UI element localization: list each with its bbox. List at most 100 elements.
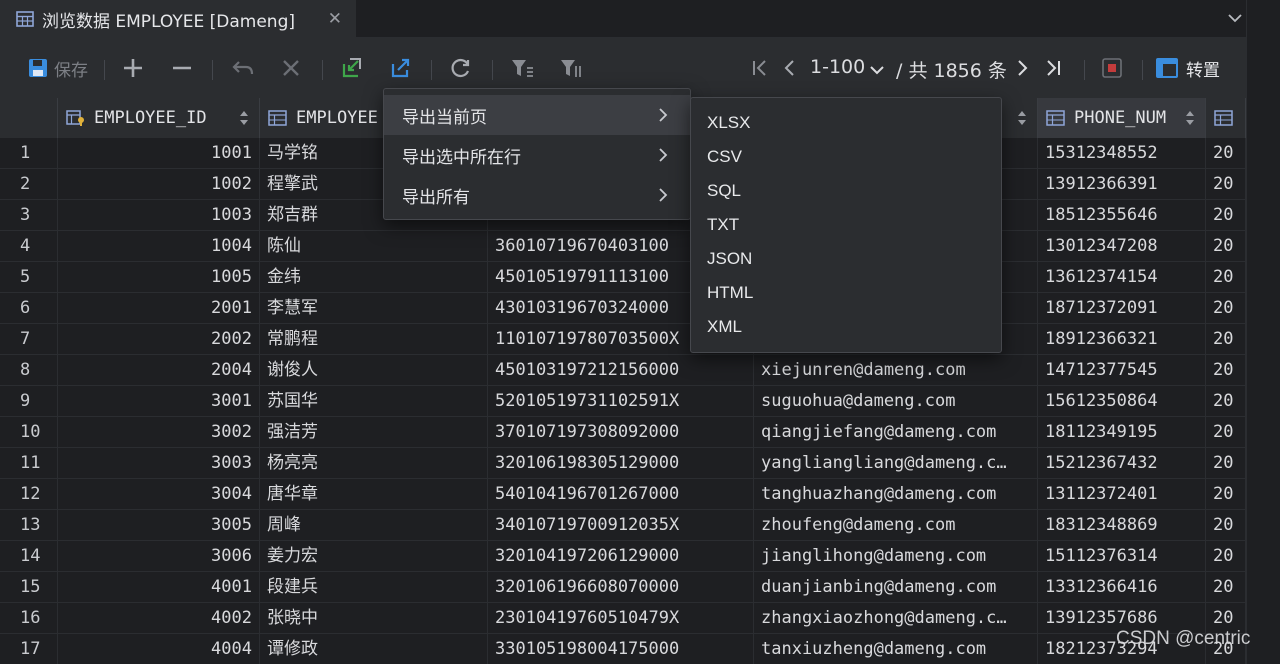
employee-id-cell[interactable]: 1001: [58, 138, 260, 169]
next-page-button[interactable]: [1014, 52, 1032, 84]
filter-button[interactable]: [510, 52, 534, 84]
submenu-item-sql[interactable]: SQL: [691, 174, 1001, 208]
page-range[interactable]: 1-100: [810, 56, 865, 78]
identity-card-cell[interactable]: 320106196608070000: [488, 572, 754, 603]
column-header-employee-id[interactable]: EMPLOYEE_ID: [58, 98, 260, 138]
phone-num-cell[interactable]: 13612374154: [1038, 262, 1206, 293]
hire-date-cell[interactable]: 20: [1206, 541, 1246, 572]
employee-id-cell[interactable]: 4004: [58, 634, 260, 664]
refresh-button[interactable]: [450, 52, 472, 84]
employee-name-cell[interactable]: 金纬: [260, 262, 488, 293]
identity-card-cell[interactable]: 540104196701267000: [488, 479, 754, 510]
phone-num-cell[interactable]: 18112349195: [1038, 417, 1206, 448]
email-cell[interactable]: tanghuazhang@dameng.com: [754, 479, 1038, 510]
email-cell[interactable]: xiejunren@dameng.com: [754, 355, 1038, 386]
employee-id-cell[interactable]: 3001: [58, 386, 260, 417]
row-number-cell[interactable]: 15: [0, 572, 58, 603]
employee-name-cell[interactable]: 强洁芳: [260, 417, 488, 448]
column-header-phone-num[interactable]: PHONE_NUM: [1038, 98, 1206, 138]
row-number-cell[interactable]: 13: [0, 510, 58, 541]
submenu-item-txt[interactable]: TXT: [691, 208, 1001, 242]
phone-num-cell[interactable]: 15112376314: [1038, 541, 1206, 572]
email-cell[interactable]: qiangjiefang@dameng.com: [754, 417, 1038, 448]
employee-name-cell[interactable]: 苏国华: [260, 386, 488, 417]
employee-id-cell[interactable]: 3006: [58, 541, 260, 572]
row-number-cell[interactable]: 6: [0, 293, 58, 324]
phone-num-cell[interactable]: 13912366391: [1038, 169, 1206, 200]
table-row[interactable]: 12 3004 唐华章 540104196701267000 tanghuazhang@…: [0, 479, 1246, 510]
hire-date-cell[interactable]: 20: [1206, 138, 1246, 169]
hire-date-cell[interactable]: 20: [1206, 355, 1246, 386]
employee-id-cell[interactable]: 3002: [58, 417, 260, 448]
row-number-cell[interactable]: 9: [0, 386, 58, 417]
row-number-cell[interactable]: 16: [0, 603, 58, 634]
prev-page-button[interactable]: [780, 52, 798, 84]
phone-num-cell[interactable]: 15612350864: [1038, 386, 1206, 417]
row-number-cell[interactable]: 11: [0, 448, 58, 479]
row-number-cell[interactable]: 4: [0, 231, 58, 262]
row-number-cell[interactable]: 12: [0, 479, 58, 510]
row-number-cell[interactable]: 8: [0, 355, 58, 386]
hire-date-cell[interactable]: 20: [1206, 417, 1246, 448]
phone-num-cell[interactable]: 18912366321: [1038, 324, 1206, 355]
table-row[interactable]: 8 2004 谢俊人 450103197212156000 xiejunren@dame…: [0, 355, 1246, 386]
row-number-cell[interactable]: 1: [0, 138, 58, 169]
table-row[interactable]: 5 1005 金纬 45010519791113100 13612374154 20: [0, 262, 1246, 293]
submenu-item-xlsx[interactable]: XLSX: [691, 106, 1001, 140]
employee-id-cell[interactable]: 4001: [58, 572, 260, 603]
employee-name-cell[interactable]: 周峰: [260, 510, 488, 541]
first-page-button[interactable]: [750, 52, 770, 84]
employee-id-cell[interactable]: 1003: [58, 200, 260, 231]
employee-id-cell[interactable]: 3003: [58, 448, 260, 479]
undo-button[interactable]: [231, 52, 255, 84]
phone-num-cell[interactable]: 15312348552: [1038, 138, 1206, 169]
table-row[interactable]: 6 2001 李慧军 43010319670324000 18712372091 20: [0, 293, 1246, 324]
employee-name-cell[interactable]: 谭修政: [260, 634, 488, 664]
identity-card-cell[interactable]: 370107197308092000: [488, 417, 754, 448]
hire-date-cell[interactable]: 20: [1206, 231, 1246, 262]
row-number-cell[interactable]: 3: [0, 200, 58, 231]
submenu-item-html[interactable]: HTML: [691, 276, 1001, 310]
email-cell[interactable]: jianglihong@dameng.com: [754, 541, 1038, 572]
hire-date-cell[interactable]: 20: [1206, 386, 1246, 417]
table-row[interactable]: 13 3005 周峰 34010719700912035X zhoufeng@damen…: [0, 510, 1246, 541]
employee-name-cell[interactable]: 陈仙: [260, 231, 488, 262]
email-cell[interactable]: tanxiuzheng@dameng.com: [754, 634, 1038, 664]
import-button[interactable]: [341, 52, 363, 84]
transpose-button[interactable]: 转置: [1156, 52, 1220, 84]
cancel-changes-button[interactable]: [281, 52, 301, 84]
employee-id-cell[interactable]: 3005: [58, 510, 260, 541]
row-number-cell[interactable]: 7: [0, 324, 58, 355]
employee-id-cell[interactable]: 1002: [58, 169, 260, 200]
employee-name-cell[interactable]: 谢俊人: [260, 355, 488, 386]
hire-date-cell[interactable]: 20: [1206, 169, 1246, 200]
employee-id-cell[interactable]: 3004: [58, 479, 260, 510]
menu-item-export-current-page[interactable]: 导出当前页: [384, 95, 690, 135]
identity-card-cell[interactable]: 450103197212156000: [488, 355, 754, 386]
hire-date-cell[interactable]: 20: [1206, 510, 1246, 541]
phone-num-cell[interactable]: 13312366416: [1038, 572, 1206, 603]
hire-date-cell[interactable]: 20: [1206, 572, 1246, 603]
column-header-hire-date[interactable]: [1206, 98, 1246, 138]
email-cell[interactable]: zhangxiaozhong@dameng.c…: [754, 603, 1038, 634]
table-row[interactable]: 15 4001 段建兵 320106196608070000 duanjianbing@…: [0, 572, 1246, 603]
hire-date-cell[interactable]: 20: [1206, 479, 1246, 510]
row-number-cell[interactable]: 17: [0, 634, 58, 664]
employee-id-cell[interactable]: 2002: [58, 324, 260, 355]
email-cell[interactable]: zhoufeng@dameng.com: [754, 510, 1038, 541]
delete-row-button[interactable]: [171, 52, 193, 84]
employee-name-cell[interactable]: 唐华章: [260, 479, 488, 510]
save-button[interactable]: 保存: [28, 52, 88, 84]
identity-card-cell[interactable]: 320104197206129000: [488, 541, 754, 572]
export-button[interactable]: [390, 52, 412, 84]
table-row[interactable]: 9 3001 苏国华 52010519731102591X suguohua@damen…: [0, 386, 1246, 417]
table-row[interactable]: 14 3006 姜力宏 320104197206129000 jianglihong@d…: [0, 541, 1246, 572]
submenu-item-json[interactable]: JSON: [691, 242, 1001, 276]
employee-name-cell[interactable]: 李慧军: [260, 293, 488, 324]
table-row[interactable]: 4 1004 陈仙 36010719670403100 13012347208 20: [0, 231, 1246, 262]
submenu-item-csv[interactable]: CSV: [691, 140, 1001, 174]
hire-date-cell[interactable]: 20: [1206, 448, 1246, 479]
email-cell[interactable]: yangliangliang@dameng.c…: [754, 448, 1038, 479]
table-row[interactable]: 72002常鹏程11010719780703500Xc…189123663212…: [0, 324, 1246, 355]
menu-item-export-all[interactable]: 导出所有: [384, 175, 690, 215]
